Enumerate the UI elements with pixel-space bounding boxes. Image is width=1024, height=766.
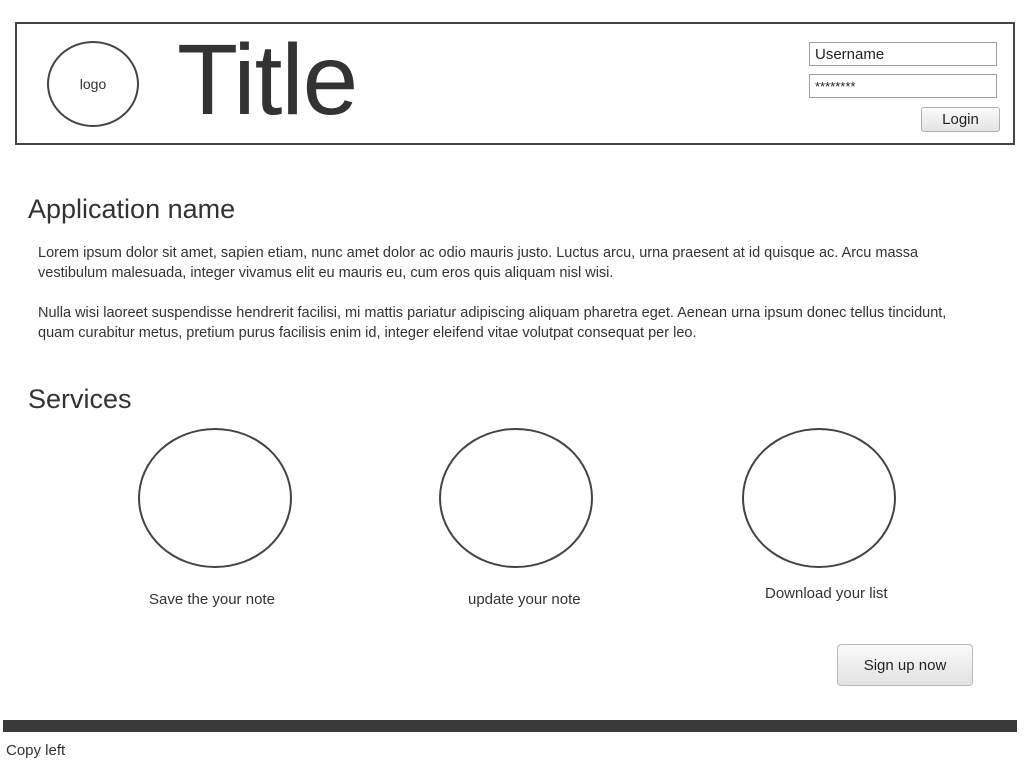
application-name-heading: Application name [28, 194, 236, 224]
logo[interactable]: logo [47, 41, 139, 127]
intro-paragraph: Nulla wisi laoreet suspendisse hendrerit… [38, 305, 947, 341]
footer-copyright: Copy left [6, 742, 66, 759]
service-label-save: Save the your note [149, 591, 275, 608]
service-label-download: Download your list [765, 585, 888, 602]
intro-paragraph: Lorem ipsum dolor sit amet, sapien etiam… [38, 245, 919, 281]
signup-button[interactable]: Sign up now [837, 644, 973, 686]
service-image-placeholder [138, 428, 292, 568]
logo-text: logo [79, 76, 107, 92]
footer-bar [3, 720, 1017, 732]
page-title: Title [177, 24, 358, 136]
services-heading: Services [28, 384, 132, 414]
service-label-update: update your note [468, 591, 581, 608]
service-image-placeholder [742, 428, 896, 568]
username-input[interactable] [809, 42, 997, 66]
login-button[interactable]: Login [921, 107, 1000, 132]
header: logo Title Login [15, 22, 1015, 145]
password-input[interactable] [809, 74, 997, 98]
service-image-placeholder [439, 428, 593, 568]
